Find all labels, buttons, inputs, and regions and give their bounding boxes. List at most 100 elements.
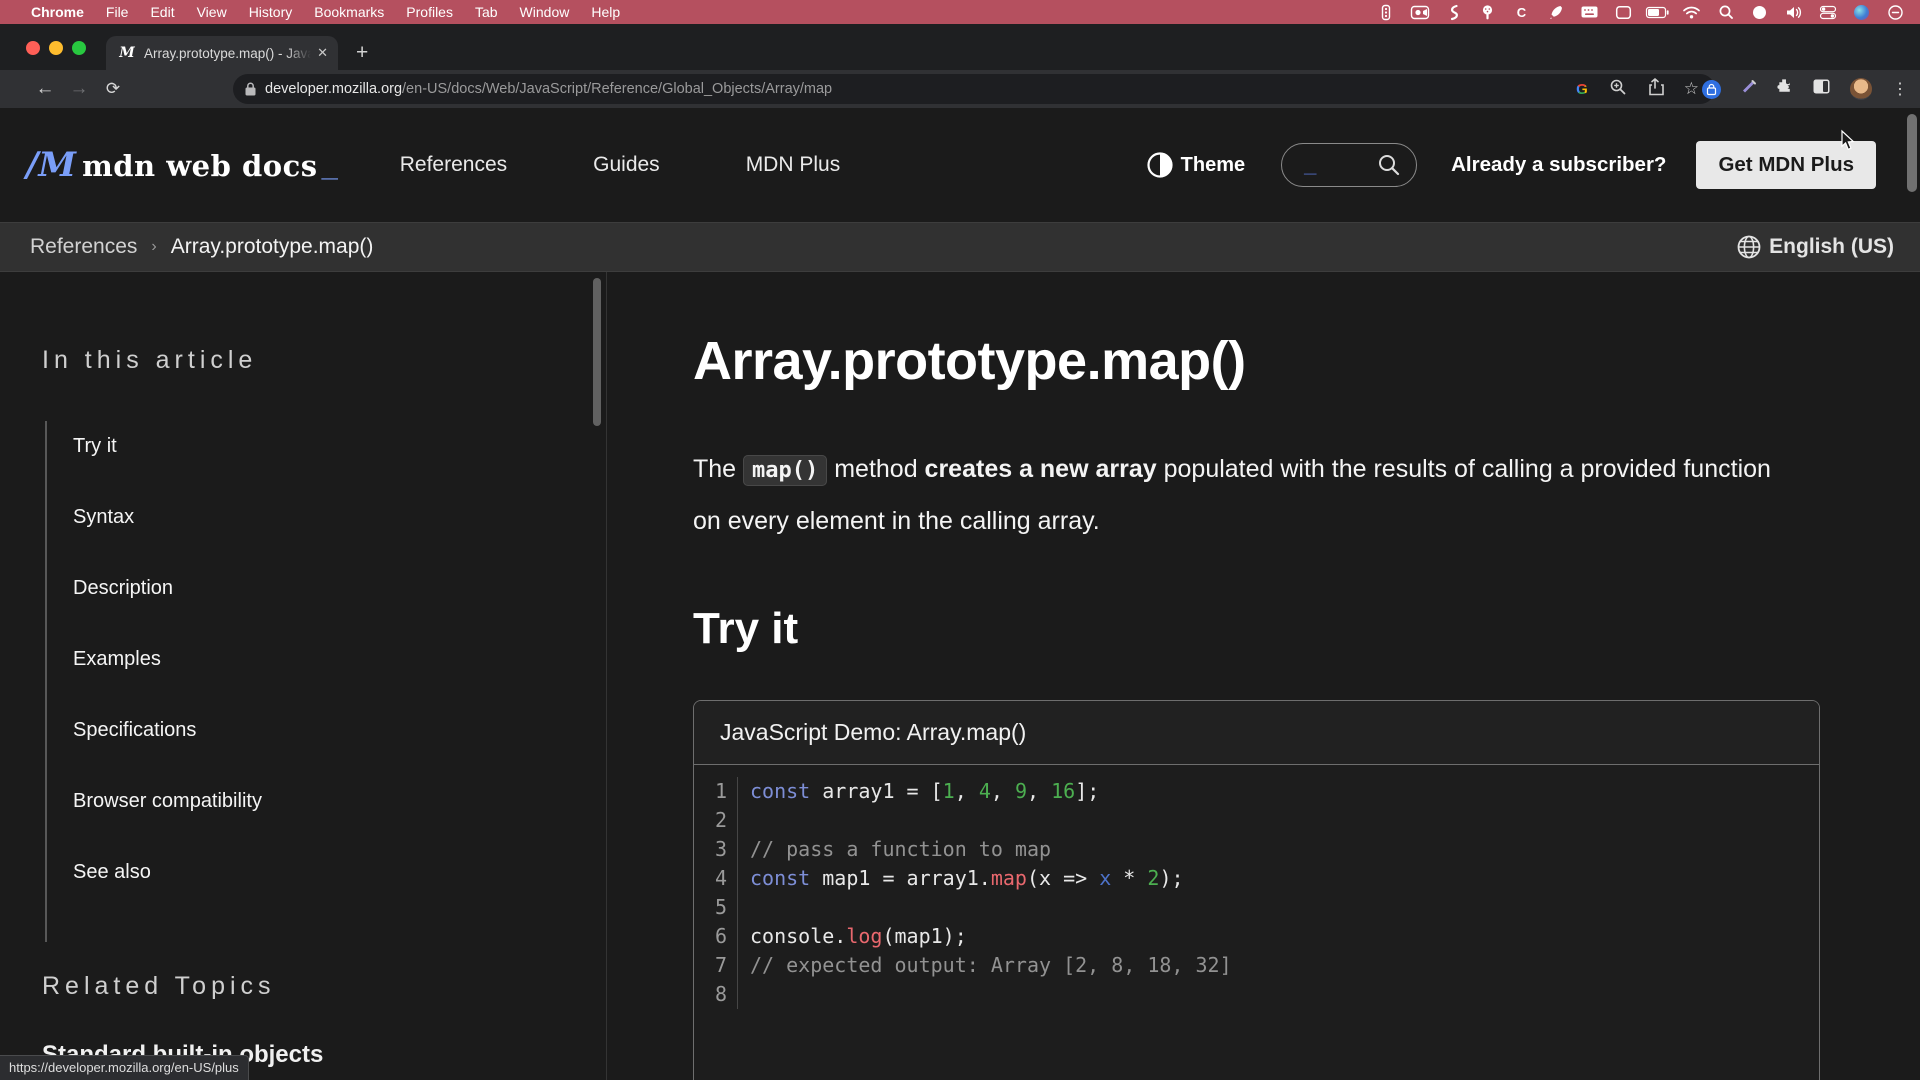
breadcrumb: References › Array.prototype.map() [30, 235, 373, 259]
article-main: Array.prototype.map() The map() method c… [607, 272, 1920, 1080]
toc-item: Browser compatibility [73, 790, 606, 813]
toc-link-try-it[interactable]: Try it [73, 435, 117, 457]
minimize-window-button[interactable] [49, 41, 63, 55]
forward-button[interactable]: → [62, 78, 96, 100]
screen-record-app-icon[interactable] [1411, 4, 1428, 21]
menu-help[interactable]: Help [580, 4, 631, 20]
toc-item: Specifications [73, 719, 606, 742]
tab-title: Array.prototype.map() - JavaS [144, 46, 311, 61]
code-text: const array1 = [1, 4, 9, 16]; [738, 777, 1099, 806]
google-logo-icon[interactable]: G [1576, 81, 1588, 98]
line-number: 7 [694, 951, 738, 980]
mdn-logo-mark: /M [26, 145, 76, 185]
code-line: 8 [694, 980, 1819, 1009]
toc-list: Try it Syntax Description Examples Specifica… [45, 421, 606, 942]
wifi-icon[interactable] [1683, 4, 1700, 21]
reload-button[interactable]: ⟳ [96, 79, 130, 99]
menu-window[interactable]: Window [509, 4, 581, 20]
related-topics-heading: Related Topics [42, 972, 606, 1001]
spiral-app-icon[interactable] [1445, 4, 1462, 21]
c-app-icon[interactable]: C [1513, 4, 1530, 21]
code-text: // pass a function to map [738, 835, 1051, 864]
menu-profiles[interactable]: Profiles [395, 4, 464, 20]
browser-tab[interactable]: M Array.prototype.map() - JavaS ✕ [106, 36, 338, 70]
bookmark-star-icon[interactable]: ☆ [1684, 79, 1699, 99]
spotlight-search-icon[interactable] [1717, 4, 1734, 21]
page-title: Array.prototype.map() [693, 330, 1920, 392]
breadcrumb-references[interactable]: References [30, 235, 137, 259]
toc-link-browser-compatibility[interactable]: Browser compatibility [73, 790, 262, 812]
menu-view[interactable]: View [186, 4, 238, 20]
window-app-icon[interactable] [1615, 4, 1632, 21]
mdn-favicon: M [118, 44, 136, 62]
menu-bookmarks[interactable]: Bookmarks [303, 4, 395, 20]
toc-link-syntax[interactable]: Syntax [73, 506, 134, 528]
code-editor[interactable]: 1const array1 = [1, 4, 9, 16];2 3// pass… [694, 765, 1819, 1009]
close-window-button[interactable] [26, 41, 40, 55]
sidebar-scrollbar[interactable] [593, 278, 601, 426]
inline-code-map: map() [743, 455, 827, 486]
keyboard-app-icon[interactable] [1581, 4, 1598, 21]
menu-file[interactable]: File [95, 4, 140, 20]
breadcrumb-current: Array.prototype.map() [171, 235, 374, 259]
rocket-app-icon[interactable] [1547, 4, 1564, 21]
back-button[interactable]: ← [28, 78, 62, 100]
language-switcher[interactable]: English (US) [1737, 235, 1894, 259]
pen-extension-icon[interactable] [1741, 79, 1756, 99]
paddle-app-icon[interactable] [1479, 4, 1496, 21]
address-bar[interactable]: developer.mozilla.org/en-US/docs/Web/Jav… [233, 74, 1715, 104]
lock-icon[interactable] [245, 82, 256, 96]
theme-toggle[interactable]: Theme [1147, 152, 1245, 178]
toc-heading: In this article [42, 346, 606, 375]
nav-link-references[interactable]: References [400, 153, 507, 177]
zoom-page-icon[interactable] [1610, 79, 1626, 100]
control-center-icon[interactable] [1819, 4, 1836, 21]
page-scrollbar[interactable] [1907, 114, 1917, 192]
toc-item: See also [73, 861, 606, 884]
toc-item: Description [73, 577, 606, 600]
interactive-demo: JavaScript Demo: Array.map() 1const arra… [693, 700, 1820, 1080]
code-text: console.log(map1); [738, 922, 967, 951]
chrome-tab-strip: M Array.prototype.map() - JavaS ✕ + [0, 24, 1920, 70]
tab-close-icon[interactable]: ✕ [317, 45, 328, 61]
recording-dot-icon[interactable] [1751, 4, 1768, 21]
toc-link-examples[interactable]: Examples [73, 648, 161, 670]
zoom-window-button[interactable] [72, 41, 86, 55]
volume-icon[interactable] [1785, 4, 1802, 21]
share-icon[interactable] [1648, 78, 1662, 100]
window-controls [26, 41, 86, 55]
menu-history[interactable]: History [238, 4, 304, 20]
keystroke-app-icon[interactable] [1377, 4, 1394, 21]
line-number: 2 [694, 806, 738, 835]
breadcrumb-bar: References › Array.prototype.map() Engli… [0, 222, 1920, 272]
tryit-heading: Try it [693, 604, 1920, 654]
battery-icon [1649, 4, 1666, 21]
new-tab-button[interactable]: + [356, 42, 368, 63]
toc-link-description[interactable]: Description [73, 577, 173, 599]
theme-icon [1147, 152, 1173, 178]
subscriber-link[interactable]: Already a subscriber? [1451, 153, 1666, 177]
search-icon[interactable] [1378, 154, 1400, 176]
side-panel-icon[interactable] [1813, 79, 1830, 99]
browser-menu-icon[interactable]: ⋮ [1892, 79, 1908, 99]
mdn-logo-text: mdn web docs [82, 149, 318, 183]
password-manager-extension-icon[interactable] [1702, 80, 1721, 99]
menu-edit[interactable]: Edit [139, 4, 185, 20]
nav-link-guides[interactable]: Guides [593, 153, 660, 177]
minus-circle-icon[interactable] [1887, 4, 1904, 21]
nav-link-mdn-plus[interactable]: MDN Plus [746, 153, 841, 177]
mdn-logo[interactable]: /M mdn web docs _ [26, 145, 338, 185]
menu-tab[interactable]: Tab [464, 4, 509, 20]
toc-link-see-also[interactable]: See also [73, 861, 151, 883]
toc-link-specifications[interactable]: Specifications [73, 719, 196, 741]
menu-chrome[interactable]: Chrome [20, 4, 95, 20]
line-number: 4 [694, 864, 738, 893]
line-number: 6 [694, 922, 738, 951]
code-text [738, 893, 762, 922]
search-input[interactable]: _ [1281, 143, 1417, 187]
code-line: 7// expected output: Array [2, 8, 18, 32… [694, 951, 1819, 980]
profile-avatar[interactable] [1850, 78, 1872, 100]
extensions-puzzle-icon[interactable] [1776, 78, 1793, 100]
mouse-cursor [1841, 130, 1856, 151]
siri-icon[interactable] [1853, 4, 1870, 21]
